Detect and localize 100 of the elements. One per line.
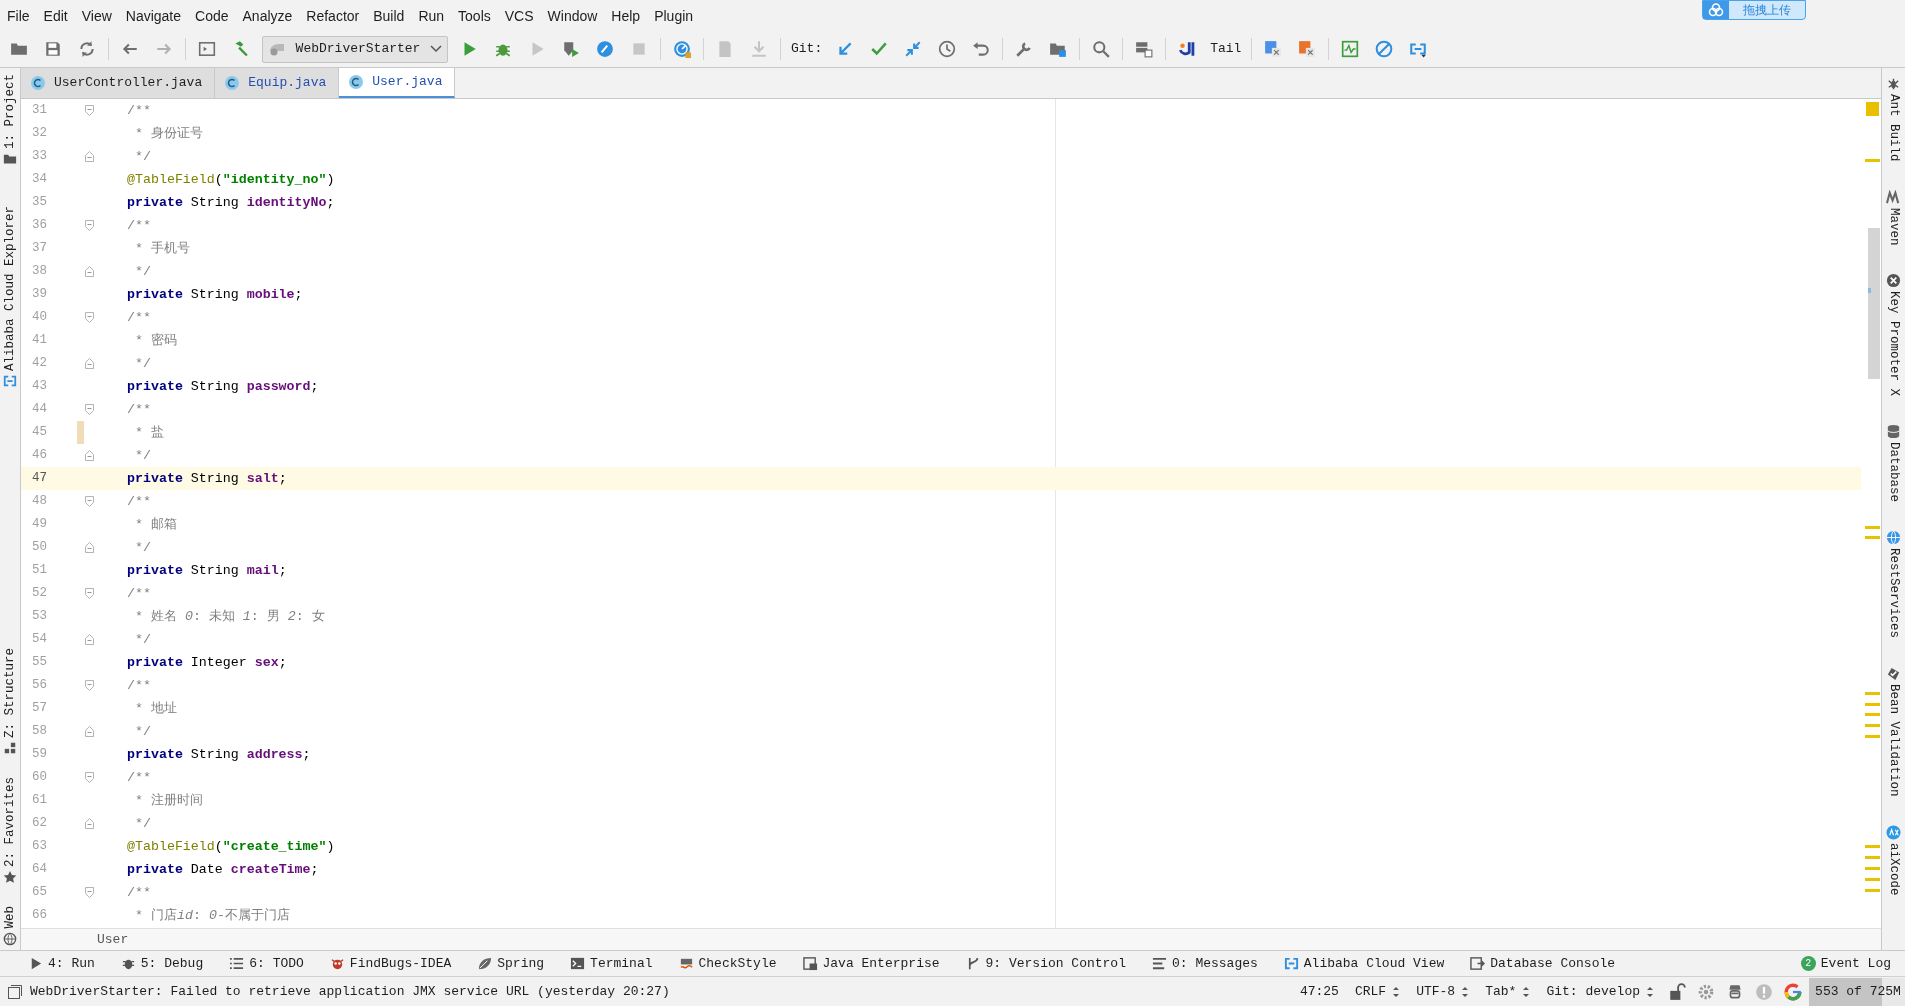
warning-marker[interactable] [1865,526,1880,529]
plugin-logo-icon [1178,40,1197,58]
menu-item[interactable]: View [74,5,119,26]
warning-marker[interactable] [1865,889,1880,892]
warning-marker[interactable] [1865,867,1880,870]
tool-window-button[interactable]: aiXcode [1884,824,1903,896]
warning-marker[interactable] [1865,692,1880,695]
code-line: @TableField("identity_no") [127,170,335,189]
tool-window-button[interactable]: Terminal [570,953,653,974]
fold-icon[interactable] [84,726,94,737]
tool-window-button[interactable]: 0: Messages [1152,953,1258,974]
tool-window-button[interactable]: 2: Favorites [0,777,20,885]
line-number: 34 [31,171,47,189]
fold-icon[interactable] [84,220,94,231]
tool-window-button[interactable]: CheckStyle [678,953,777,974]
tool-window-button[interactable]: 9: Version Control [965,953,1126,974]
menu-item[interactable]: Window [540,5,605,26]
menu-item[interactable]: Run [411,5,452,26]
fold-icon[interactable] [84,680,94,691]
class-file-icon [30,75,46,91]
fold-icon[interactable] [84,450,94,461]
code-line: * 密码 [133,331,177,350]
tool-window-button[interactable]: RestServices [1884,530,1903,639]
tool-window-button[interactable]: Database [1884,424,1903,503]
line-separator-selector[interactable]: CRLF [1346,981,1409,1002]
line-number: 48 [31,493,47,511]
fold-icon[interactable] [84,404,94,415]
tool-window-button[interactable]: 6: TODO [229,953,304,974]
tool-window-button[interactable]: Alibaba Cloud Explorer [0,206,20,389]
globe-icon [3,932,17,946]
menu-item[interactable]: Refactor [299,5,367,26]
fold-icon[interactable] [84,887,94,898]
fold-icon[interactable] [84,542,94,553]
line-number: 45 [31,424,47,442]
tool-window-button[interactable]: 5: Debug [120,953,204,974]
warning-marker[interactable] [1865,856,1880,859]
panel-toggle-icon[interactable] [8,984,22,999]
tool-window-button[interactable]: 4: Run [28,953,95,974]
encoding-selector[interactable]: UTF-8 [1408,981,1478,1002]
fold-icon[interactable] [84,818,94,829]
fold-icon[interactable] [84,588,94,599]
warning-marker[interactable] [1865,878,1880,881]
bracket-icon [1283,956,1299,971]
fold-icon[interactable] [84,634,94,645]
line-number: 41 [31,332,47,350]
warning-marker[interactable] [1865,703,1880,706]
line-number: 35 [31,194,47,212]
menu-item[interactable]: Navigate [118,5,189,26]
tool-window-button[interactable]: Database Console [1470,953,1616,974]
cursor-position[interactable]: 47:25 [1291,981,1347,1002]
tool-window-button[interactable]: 2 Event Log [1800,953,1891,974]
menu-item[interactable]: Edit [36,5,75,26]
tool-window-button[interactable]: Spring [477,953,545,974]
line-number: 43 [31,378,47,396]
indent-selector[interactable]: Tab* [1477,981,1539,1002]
run-configuration-dropdown[interactable]: WebDriverStarter [262,35,448,63]
tool-window-button[interactable]: Key Promoter X [1884,273,1903,397]
info-marker[interactable] [1868,288,1871,293]
tool-window-button[interactable]: Maven [1884,189,1903,246]
warning-marker[interactable] [1865,724,1880,727]
line-number: 54 [31,631,47,649]
fold-icon[interactable] [84,358,94,369]
warning-marker[interactable] [1865,735,1880,738]
git-branch-selector[interactable]: Git: develop [1538,981,1662,1002]
warning-marker[interactable] [1865,713,1880,716]
menu-item[interactable]: Plugin [647,5,701,26]
fold-icon[interactable] [84,772,94,783]
menu-item[interactable]: VCS [497,5,541,26]
tail-label[interactable]: Tail [1204,39,1248,59]
menu-item[interactable]: Analyze [235,5,300,26]
tool-window-button[interactable]: FindBugs-IDEA [329,953,452,974]
fold-icon[interactable] [84,266,94,277]
editor-tab[interactable]: User.java [339,68,456,98]
fold-icon[interactable] [84,496,94,507]
menu-item[interactable]: Build [366,5,412,26]
fold-icon[interactable] [84,312,94,323]
editor-tab[interactable]: Equip.java [215,68,340,98]
editor-tab[interactable]: UserController.java [21,68,216,98]
tool-window-button[interactable]: Web [0,906,20,946]
menu-item[interactable]: File [0,5,37,26]
tool-window-button[interactable]: Ant Build [1884,76,1903,162]
warning-marker[interactable] [1865,845,1880,848]
tool-window-button[interactable]: Bean Validation [1884,666,1903,797]
scrollbar-thumb[interactable] [1868,228,1880,379]
menu-item[interactable]: Code [188,5,236,26]
warning-marker[interactable] [1865,536,1880,539]
tool-window-button[interactable]: Alibaba Cloud View [1283,953,1445,974]
code-line: private String mobile; [127,285,303,304]
memory-indicator[interactable]: 553 of 725M [1809,977,1905,1006]
breadcrumb[interactable]: User [97,929,129,950]
menu-item[interactable]: Help [604,5,648,26]
fold-icon[interactable] [84,105,94,116]
menu-item[interactable]: Tools [451,5,498,26]
fold-icon[interactable] [84,151,94,162]
tool-window-button[interactable]: Java Enterprise [802,953,940,974]
tool-window-button[interactable]: Z: Structure [0,648,20,756]
folder-icon [3,152,17,166]
tool-window-button[interactable]: 1: Project [0,74,20,166]
search-icon [1092,40,1111,58]
warning-marker[interactable] [1865,159,1880,162]
